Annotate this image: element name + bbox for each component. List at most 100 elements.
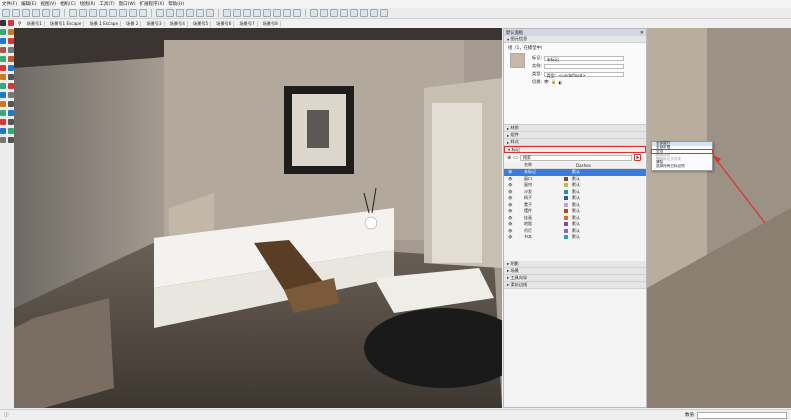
toolbar-tool-icon[interactable]: [243, 9, 251, 17]
tray-section[interactable]: ▸ 柔化边线: [504, 281, 646, 289]
toolbar-tool-icon[interactable]: [186, 9, 194, 17]
visibility-eye-icon[interactable]: 👁: [508, 229, 516, 233]
tag-name[interactable]: 未标记: [524, 169, 564, 175]
details-arrow-icon[interactable]: ➤: [633, 154, 641, 161]
visibility-eye-icon[interactable]: 👁: [508, 216, 516, 220]
drawing-tool-icon[interactable]: [0, 47, 6, 53]
menu-item[interactable]: 视图(V): [40, 1, 56, 7]
toolbar-tool-icon[interactable]: [263, 9, 271, 17]
drawing-tool-icon[interactable]: [0, 20, 6, 26]
toolbar-tool-icon[interactable]: [206, 9, 214, 17]
tag-name[interactable]: 沙发: [524, 189, 564, 195]
menu-item[interactable]: 帮助(H): [168, 1, 184, 7]
drawing-tool-icon[interactable]: [0, 137, 6, 143]
material-swatch[interactable]: [510, 53, 525, 68]
tag-color-swatch[interactable]: [564, 183, 568, 188]
menu-item[interactable]: 扩展程序(X): [140, 1, 165, 7]
tag-name[interactable]: 吊灯: [524, 228, 564, 234]
drawing-tool-icon[interactable]: [0, 110, 6, 116]
tray-section[interactable]: ▸ 工具向导: [504, 274, 646, 282]
tag-dash[interactable]: 默认: [572, 234, 606, 240]
column-name[interactable]: 名称: [524, 162, 564, 168]
tag-dash[interactable]: 默认: [572, 195, 606, 201]
tray-section[interactable]: ▸ 组件: [504, 132, 646, 139]
scene-tab[interactable]: 场景号8: [261, 20, 281, 27]
tag-color-swatch[interactable]: [564, 176, 568, 181]
tag-color-swatch[interactable]: [564, 215, 568, 220]
tag-name[interactable]: 椅子: [524, 195, 564, 201]
toolbar-tool-icon[interactable]: [119, 9, 127, 17]
scene-tab[interactable]: 场景 2: [124, 20, 142, 27]
toolbar-tool-icon[interactable]: [223, 9, 231, 17]
scene-tab[interactable]: 场景号3: [144, 20, 165, 27]
visibility-eye-icon[interactable]: 👁: [508, 203, 516, 207]
tag-dash[interactable]: 默认: [572, 182, 606, 188]
scene-tab[interactable]: 场景号4: [168, 20, 188, 27]
scene-tab[interactable]: 场景 1 Escape: [87, 20, 122, 27]
drawing-tool-icon[interactable]: [0, 83, 6, 89]
toolbar-tool-icon[interactable]: [176, 9, 184, 17]
drawing-tool-icon[interactable]: [0, 56, 6, 62]
scene-tab[interactable]: 场景号6: [214, 20, 235, 27]
tag-name[interactable]: 地毯: [524, 221, 564, 227]
toolbar-tool-icon[interactable]: [99, 9, 107, 17]
toolbar-tool-icon[interactable]: [360, 9, 368, 17]
menu-item[interactable]: 文件(F): [2, 1, 17, 7]
tag-name[interactable]: 凳子: [524, 202, 564, 208]
section-tags[interactable]: ▾ 标记: [504, 146, 646, 153]
toolbar-tool-icon[interactable]: [330, 9, 338, 17]
tag-color-swatch[interactable]: [564, 228, 568, 233]
tray-section[interactable]: ▸ 样式: [504, 139, 646, 146]
menu-item[interactable]: 相机(C): [60, 1, 76, 7]
section-entity-info[interactable]: ▾ 图元信息: [504, 36, 646, 43]
tray-section[interactable]: ▸ 阴影: [504, 260, 646, 268]
toolbar-tool-icon[interactable]: [79, 9, 87, 17]
toolbar-tool-icon[interactable]: [52, 9, 60, 17]
search-icon[interactable]: ⚲: [18, 21, 22, 27]
tag-dash[interactable]: 默认: [572, 202, 606, 208]
toolbar-tool-icon[interactable]: [89, 9, 97, 17]
tag-name[interactable]: 书本: [524, 234, 564, 240]
drawing-tool-icon[interactable]: [0, 38, 6, 44]
visibility-eye-icon[interactable]: 👁: [508, 196, 516, 200]
tag-name[interactable]: 摆件: [524, 208, 564, 214]
toolbar-tool-icon[interactable]: [310, 9, 318, 17]
menu-item[interactable]: 绘图(R): [80, 1, 96, 7]
menu-item[interactable]: 编辑(E): [21, 1, 36, 7]
menu-item[interactable]: 工具(T): [99, 1, 114, 7]
scene-tab[interactable]: 场景号1: [25, 20, 45, 27]
toolbar-tool-icon[interactable]: [320, 9, 328, 17]
scene-tab[interactable]: 场景号7: [237, 20, 258, 27]
tag-dash[interactable]: 默认: [572, 215, 606, 221]
visibility-eye-icon[interactable]: 👁: [508, 190, 516, 194]
toolbar-tool-icon[interactable]: [129, 9, 137, 17]
visibility-eye-icon[interactable]: 👁: [508, 209, 516, 213]
toolbar-tool-icon[interactable]: [273, 9, 281, 17]
shadow-icon[interactable]: ◐: [558, 80, 562, 85]
column-dashes[interactable]: Dashes: [576, 163, 606, 168]
drawing-tool-icon[interactable]: [0, 74, 6, 80]
info-icon[interactable]: ⓘ: [4, 412, 9, 418]
toolbar-tool-icon[interactable]: [22, 9, 30, 17]
toolbar-tool-icon[interactable]: [139, 9, 147, 17]
tag-dash[interactable]: 默认: [572, 176, 606, 182]
tag-color-swatch[interactable]: [564, 202, 568, 207]
drawing-tool-icon[interactable]: [0, 65, 6, 71]
tray-section[interactable]: ▸ 材质: [504, 125, 646, 132]
tag-name[interactable]: 窗帘: [524, 182, 564, 188]
toolbar-tool-icon[interactable]: [380, 9, 388, 17]
drawing-tool-icon[interactable]: [0, 101, 6, 107]
tag-color-swatch[interactable]: [564, 209, 568, 214]
tag-color-swatch[interactable]: [564, 196, 568, 201]
tag-select[interactable]: 未标记: [543, 55, 624, 62]
toolbar-tool-icon[interactable]: [42, 9, 50, 17]
tag-search-input[interactable]: 搜索: [519, 154, 632, 161]
toolbar-tool-icon[interactable]: [69, 9, 77, 17]
visibility-eye-icon[interactable]: 👁: [508, 177, 516, 181]
add-folder-icon[interactable]: ▭: [513, 155, 518, 161]
tag-name[interactable]: 挂画: [524, 215, 564, 221]
toolbar-tool-icon[interactable]: [370, 9, 378, 17]
toolbar-tool-icon[interactable]: [2, 9, 10, 17]
toolbar-tool-icon[interactable]: [293, 9, 301, 17]
toolbar-tool-icon[interactable]: [32, 9, 40, 17]
